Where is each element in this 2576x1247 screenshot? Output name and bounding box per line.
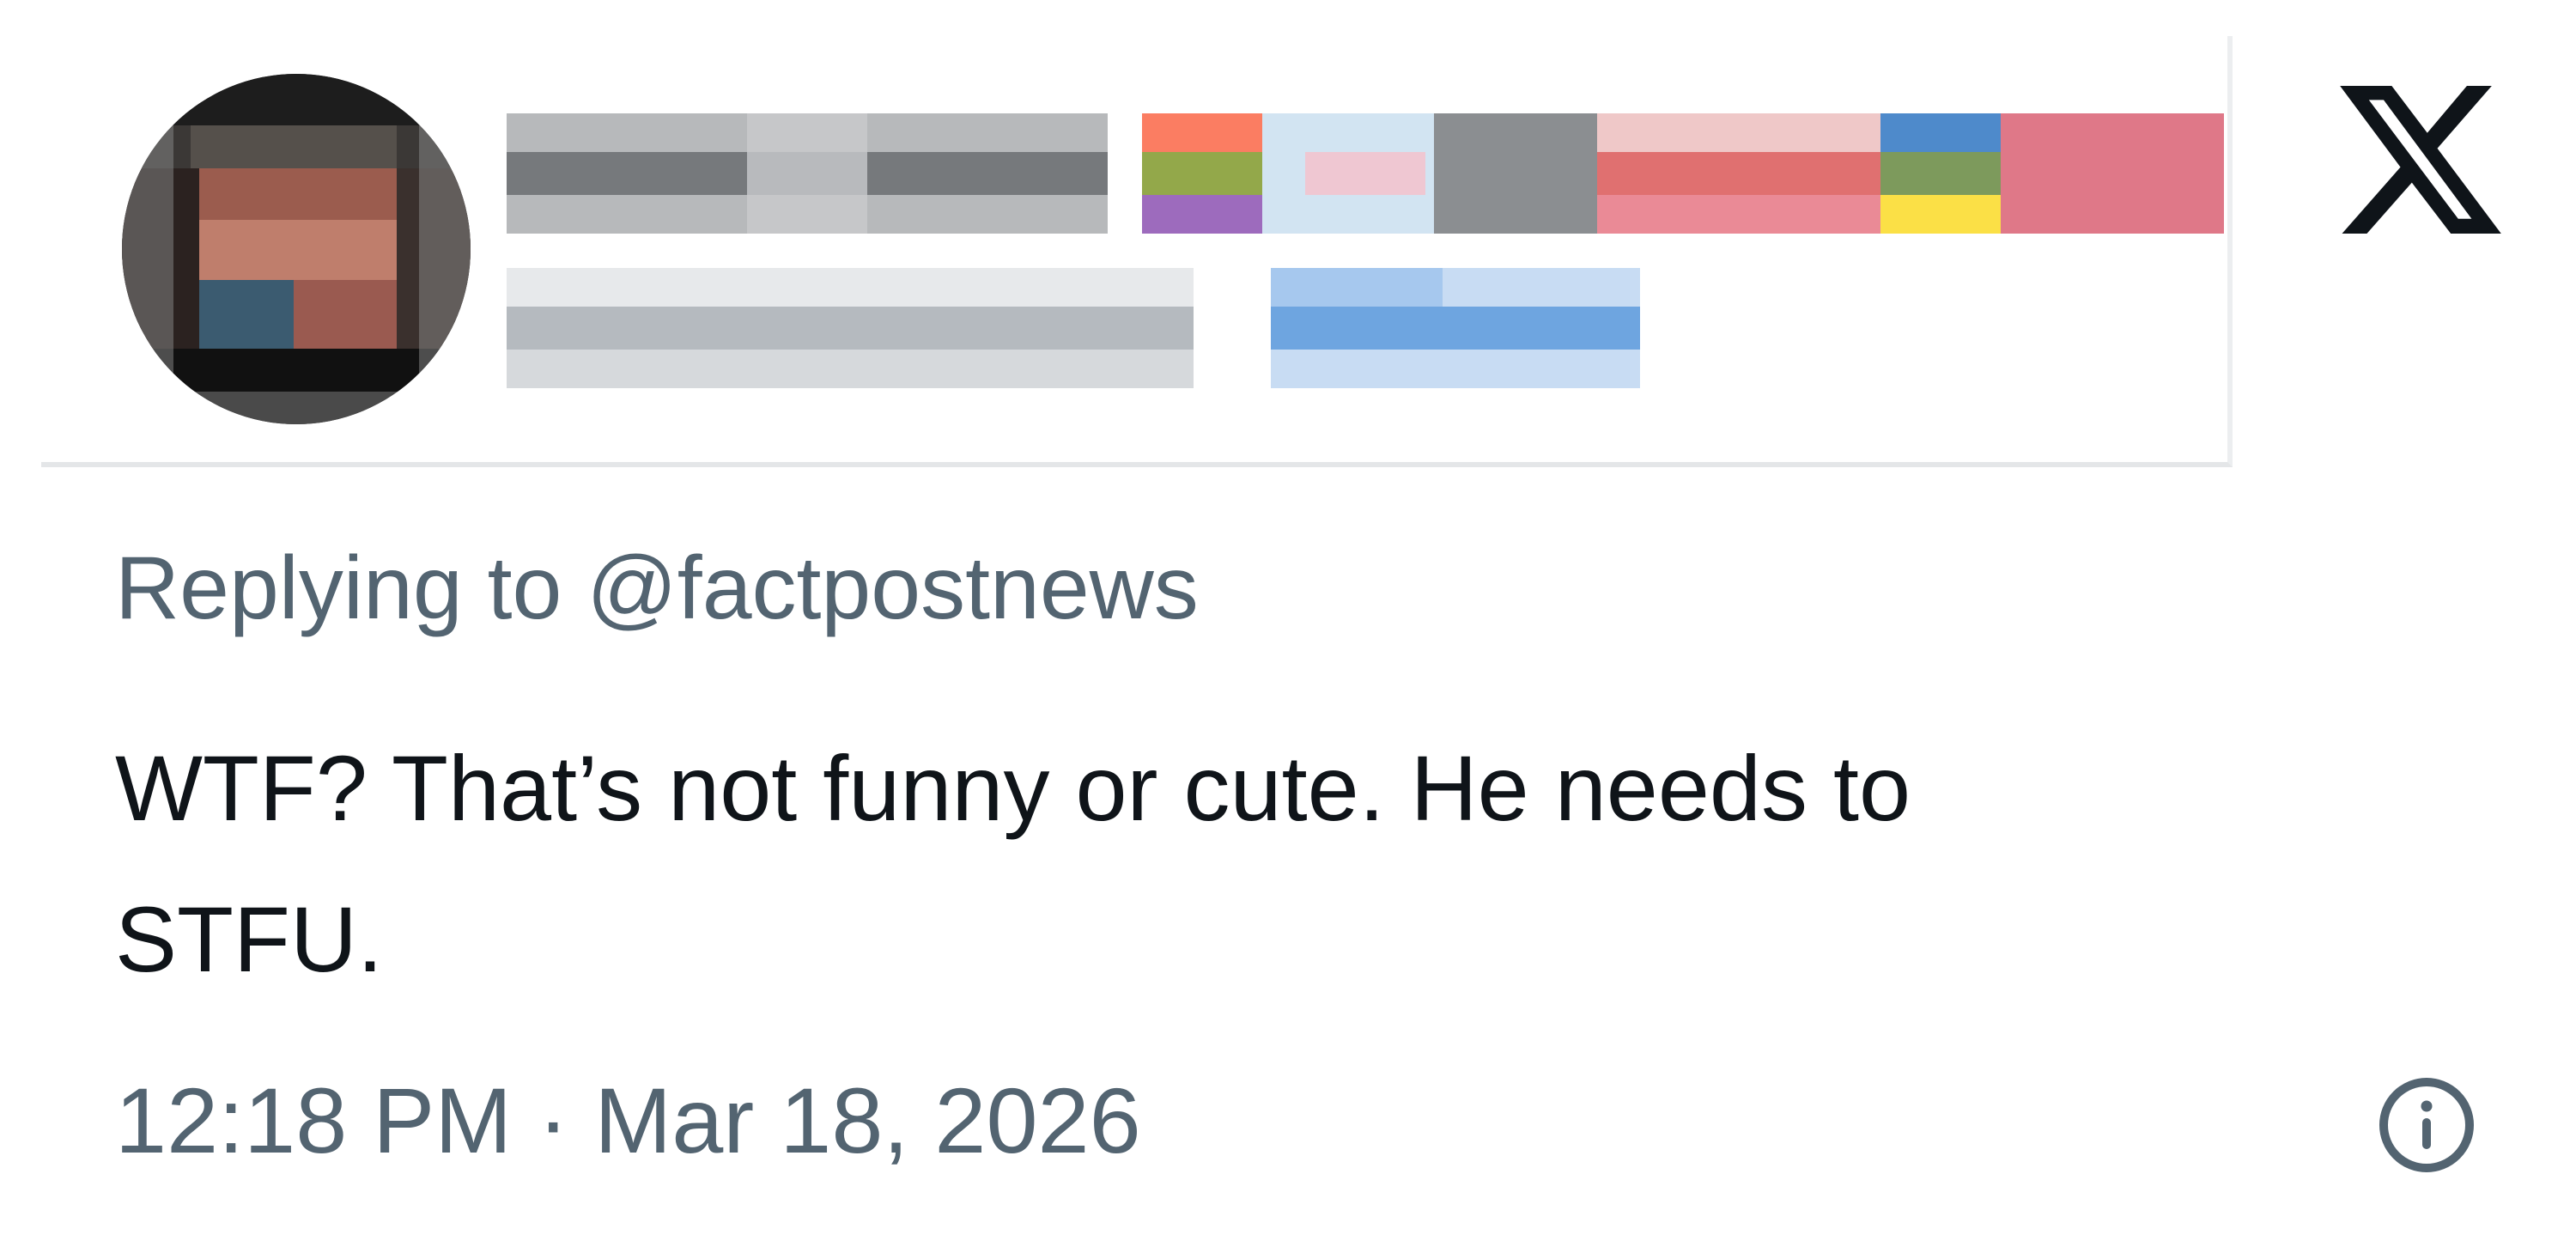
info-icon[interactable] — [2375, 1074, 2478, 1177]
x-logo-icon[interactable] — [2339, 86, 2502, 234]
post-text-line: STFU. — [115, 887, 383, 991]
replying-to-line: Replying to @factpostnews — [115, 532, 1199, 644]
post-text: WTF? That’s not funny or cute. He needs … — [115, 713, 2382, 1015]
author-handle-redacted[interactable] — [507, 268, 1640, 388]
replying-prefix: Replying to — [115, 538, 562, 638]
post-timestamp[interactable]: 12:18 PM · Mar 18, 2026 — [115, 1065, 1141, 1177]
post-time: 12:18 PM — [115, 1068, 513, 1172]
post-card: Replying to @factpostnews WTF? That’s no… — [0, 0, 2576, 1247]
post-date: Mar 18, 2026 — [594, 1068, 1141, 1172]
post-text-line: WTF? That’s not funny or cute. He needs … — [115, 736, 1911, 840]
avatar[interactable] — [122, 74, 471, 424]
author-name-redacted[interactable] — [507, 113, 2224, 234]
replying-handle-link[interactable]: @factpostnews — [586, 538, 1199, 638]
timestamp-separator: · — [538, 1068, 569, 1172]
